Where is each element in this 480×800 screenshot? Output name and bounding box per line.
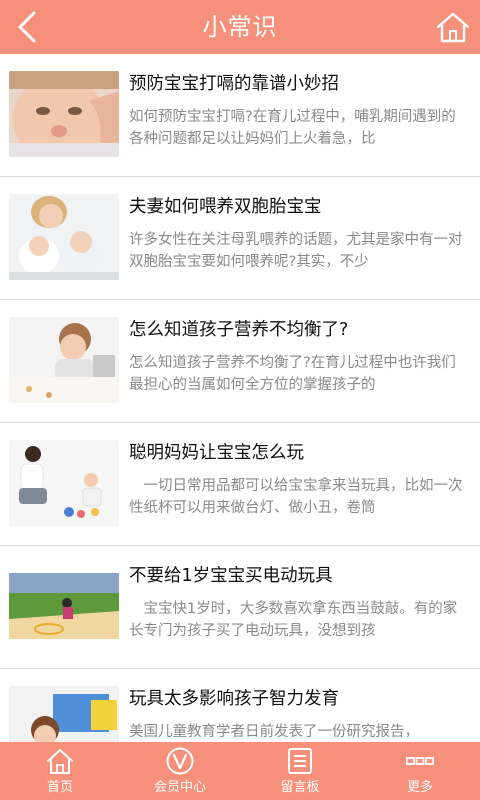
article-list: 预防宝宝打嗝的靠谱小妙招 如何预防宝宝打嗝?在育儿过程中，哺乳期间遇到的各种问题… [0,54,480,742]
article-item[interactable]: 预防宝宝打嗝的靠谱小妙招 如何预防宝宝打嗝?在育儿过程中，哺乳期间遇到的各种问题… [0,54,480,177]
tab-label: 首页 [46,780,73,795]
header-bar: 小常识 [0,0,480,54]
tab-message-board[interactable]: 留言板 [240,742,360,800]
tab-home[interactable]: 首页 [0,742,120,800]
bottom-tab-bar: 首页 会员中心 留言板 更多 [0,742,480,800]
article-title[interactable]: 玩具太多影响孩子智力发育 [129,685,470,710]
tab-label: 会员中心 [153,780,206,795]
tab-label: 留言板 [280,780,320,795]
article-title[interactable]: 聪明妈妈让宝宝怎么玩 [129,439,470,464]
article-thumbnail [9,317,119,403]
page-title: 小常识 [202,13,278,41]
article-summary: 一切日常用品都可以给宝宝拿来当玩具，比如一次性纸杯可以用来做台灯、做小丑，卷筒 [129,478,463,516]
member-v-icon [166,747,194,775]
article-item[interactable]: 怎么知道孩子营养不均衡了? 怎么知道孩子营养不均衡了?在育儿过程中也许我们最担心… [0,300,480,423]
article-thumbnail [9,71,119,157]
article-summary: 如何预防宝宝打嗝?在育儿过程中，哺乳期间遇到的各种问题都足以让妈妈们上火着急，比 [129,109,456,147]
tab-label: 更多 [406,780,433,795]
article-summary: 怎么知道孩子营养不均衡了?在育儿过程中也许我们最担心的当属如何全方位的掌握孩子的 [129,355,456,393]
home-icon[interactable] [434,8,472,46]
article-item[interactable]: 夫妻如何喂养双胞胎宝宝 许多女性在关注母乳喂养的话题，尤其是家中有一对双胞胎宝宝… [0,177,480,300]
article-item[interactable]: 玩具太多影响孩子智力发育 美国儿童教育学者日前发表了一份研究报告， [0,669,480,742]
article-thumbnail [9,440,119,526]
tab-member-center[interactable]: 会员中心 [120,742,240,800]
article-item[interactable]: 不要给1岁宝宝买电动玩具 宝宝快1岁时，大多数喜欢拿东西当鼓敲。有的家长专门为孩… [0,546,480,669]
article-summary: 宝宝快1岁时，大多数喜欢拿东西当鼓敲。有的家长专门为孩子买了电动玩具，没想到孩 [129,601,458,639]
article-title[interactable]: 不要给1岁宝宝买电动玩具 [129,562,470,587]
article-title[interactable]: 预防宝宝打嗝的靠谱小妙招 [129,70,470,95]
article-title[interactable]: 夫妻如何喂养双胞胎宝宝 [129,193,470,218]
message-board-icon [288,748,312,774]
article-item[interactable]: 聪明妈妈让宝宝怎么玩 一切日常用品都可以给宝宝拿来当玩具，比如一次性纸杯可以用来… [0,423,480,546]
tab-more[interactable]: 更多 [360,742,480,800]
article-thumbnail [9,563,119,649]
article-thumbnail [9,686,119,742]
article-summary: 许多女性在关注母乳喂养的话题，尤其是家中有一对双胞胎宝宝要如何喂养呢?其实，不少 [129,232,463,270]
more-dots-icon [406,757,434,765]
article-summary: 美国儿童教育学者日前发表了一份研究报告， [129,724,419,740]
home-outline-icon [47,749,73,774]
article-title[interactable]: 怎么知道孩子营养不均衡了? [129,316,470,341]
article-thumbnail [9,194,119,280]
